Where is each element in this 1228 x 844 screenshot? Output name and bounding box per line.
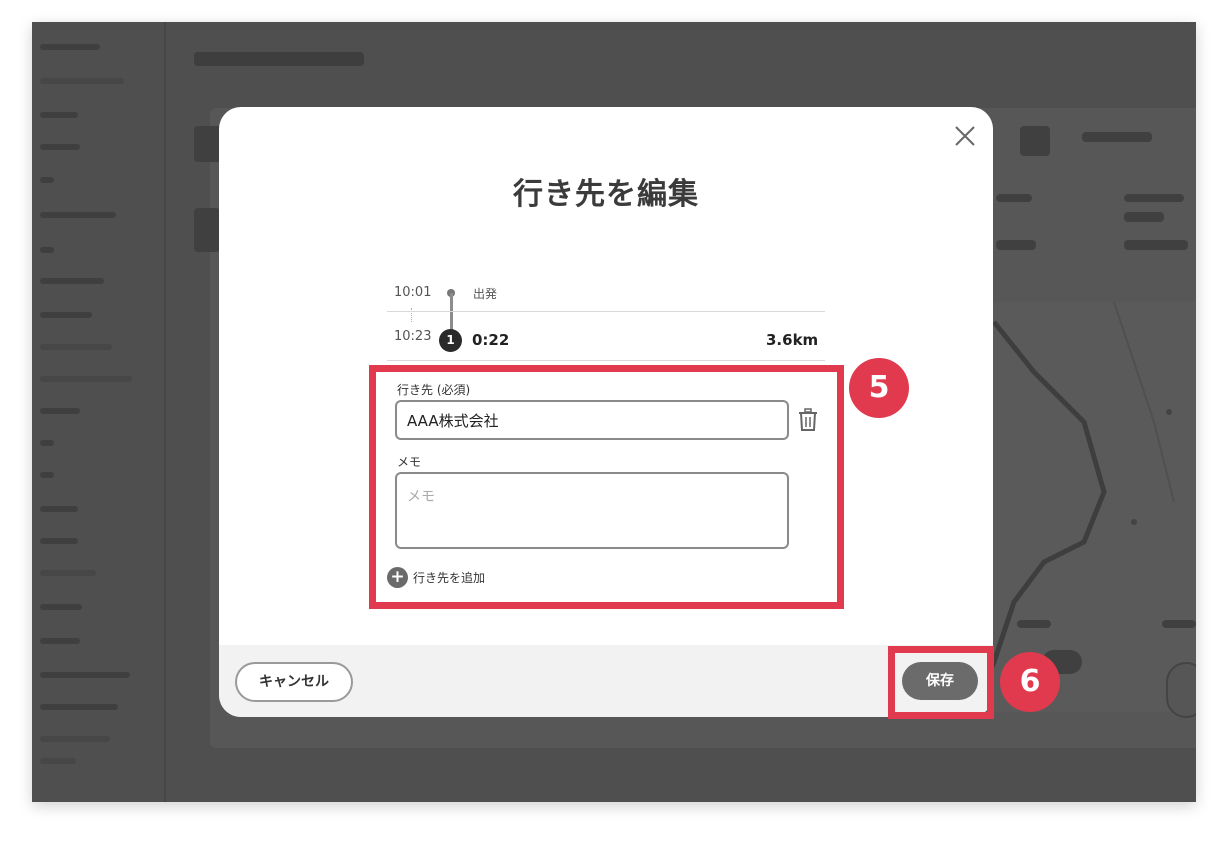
- timeline-separator: [387, 311, 825, 312]
- background-chip: [1124, 212, 1164, 222]
- background-chip: [1017, 620, 1051, 628]
- modal-title: 行き先を編集: [513, 177, 699, 212]
- background-chip: [1124, 240, 1188, 250]
- timeline-line: [450, 293, 453, 333]
- background-chip: [1020, 126, 1050, 156]
- step-badge-5: 5: [849, 358, 909, 418]
- background-chip: [1162, 620, 1196, 628]
- background-chip: [1166, 662, 1196, 718]
- travel-duration: 0:22: [472, 331, 510, 349]
- arrive-time: 10:23: [394, 329, 432, 344]
- highlight-box-step-5: [369, 365, 844, 609]
- travel-distance: 3.6km: [766, 331, 819, 349]
- background-chip: [1124, 194, 1184, 202]
- cancel-button[interactable]: キャンセル: [235, 662, 353, 702]
- highlight-box-step-6: [888, 646, 994, 719]
- background-divider: [164, 22, 166, 802]
- background-chip: [996, 240, 1036, 250]
- background-chip: [1082, 132, 1152, 142]
- background-chip: [996, 194, 1032, 202]
- background-chip: [194, 208, 220, 252]
- depart-label: 出発: [473, 287, 498, 301]
- depart-time: 10:01: [394, 285, 432, 300]
- modal-footer: キャンセル 保存: [219, 645, 993, 717]
- background-title: [194, 52, 364, 66]
- close-icon[interactable]: [952, 123, 978, 149]
- stop-number-badge: 1: [439, 329, 462, 352]
- step-badge-6: 6: [1000, 652, 1060, 712]
- timeline-separator: [387, 360, 825, 361]
- background-sidebar: [32, 22, 167, 802]
